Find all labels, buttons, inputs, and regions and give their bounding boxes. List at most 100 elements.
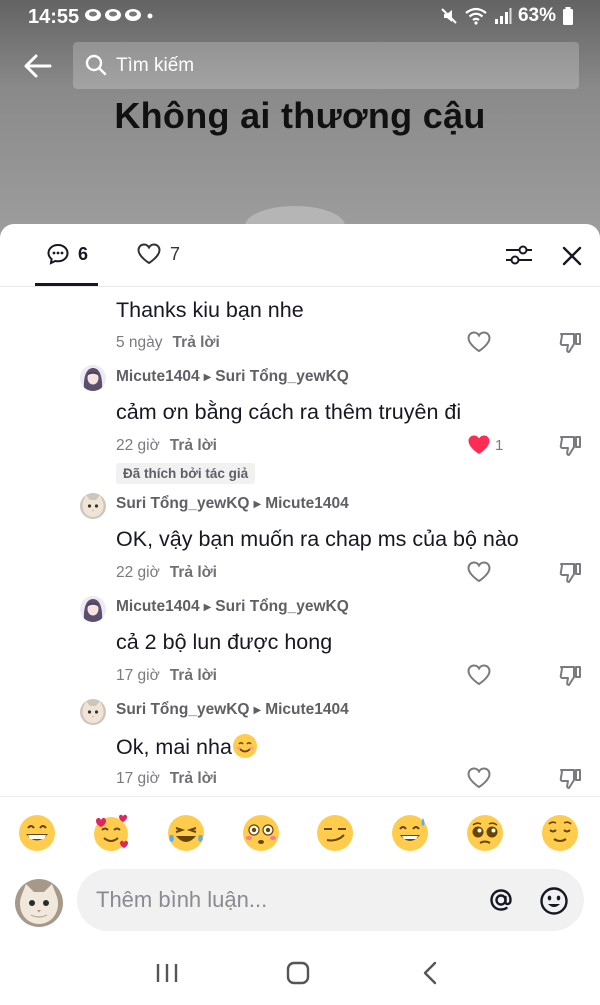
comment-header: Micute1404 ▶ Suri Tổng_yewKQ xyxy=(116,598,349,616)
cat-avatar-icon xyxy=(80,493,106,519)
thumbs-down-icon xyxy=(559,769,581,789)
comment-author[interactable]: Suri Tổng_yewKQ xyxy=(116,495,250,512)
wifi-icon xyxy=(465,7,487,25)
thumbs-down-icon xyxy=(559,563,581,583)
reply-button[interactable]: Trả lời xyxy=(170,667,217,684)
tab-likes[interactable]: 7 xyxy=(136,242,180,266)
reply-button[interactable]: Trả lời xyxy=(170,770,217,787)
recents-button[interactable] xyxy=(154,962,180,989)
quick-emoji-bar xyxy=(0,796,600,868)
battery-percent: 63% xyxy=(517,5,556,26)
comment-time: 22 giờ xyxy=(116,437,160,454)
like-button[interactable] xyxy=(466,663,492,687)
tab-comments[interactable]: 6 xyxy=(46,242,88,266)
reply-button[interactable]: Trả lời xyxy=(170,437,217,454)
reply-arrow-icon: ▶ xyxy=(253,705,262,716)
system-back-button[interactable] xyxy=(420,961,440,990)
comment-author[interactable]: Suri Tổng_yewKQ xyxy=(116,701,250,718)
reply-arrow-icon: ▶ xyxy=(203,602,212,613)
comment-time: 5 ngày xyxy=(116,334,163,351)
signal-icon xyxy=(494,8,512,24)
smiley-icon xyxy=(540,887,568,915)
flushed-emoji-icon[interactable] xyxy=(241,813,281,853)
comment-meta: 5 ngày Trả lời xyxy=(116,334,220,352)
heart-outline-icon xyxy=(467,767,491,789)
reply-to-author[interactable]: Suri Tổng_yewKQ xyxy=(215,598,349,615)
arrow-left-icon xyxy=(24,54,52,78)
heart-outline-icon xyxy=(467,561,491,583)
blush-emoji-icon xyxy=(232,734,257,758)
comment-text: Thanks kiu bạn nhe xyxy=(116,298,304,322)
comment-author[interactable]: Micute1404 xyxy=(116,598,200,615)
reply-button[interactable]: Trả lời xyxy=(170,564,217,581)
my-avatar xyxy=(15,879,63,927)
reply-button[interactable]: Trả lời xyxy=(173,334,220,351)
reply-to-author[interactable]: Micute1404 xyxy=(265,701,349,718)
system-nav-bar xyxy=(0,944,600,1005)
reply-to-author[interactable]: Suri Tổng_yewKQ xyxy=(215,368,349,385)
relieved-emoji-icon[interactable] xyxy=(540,813,580,853)
dislike-button[interactable] xyxy=(557,663,583,689)
anime-girl-avatar-icon xyxy=(80,596,106,622)
thumbs-down-icon xyxy=(559,333,581,353)
avatar[interactable] xyxy=(80,699,106,725)
like-button[interactable] xyxy=(466,330,492,354)
reply-arrow-icon: ▶ xyxy=(253,499,262,510)
like-button[interactable] xyxy=(466,560,492,584)
comment-text: Ok, mai nha xyxy=(116,735,232,759)
liked-by-author-badge: Đã thích bởi tác giả xyxy=(116,463,256,484)
comment-header: Micute1404 ▶ Suri Tổng_yewKQ xyxy=(116,368,349,386)
comments-panel: 6 7 Thanks kiu bạn nhe 5 ngày Trả lời Mi… xyxy=(0,224,600,1005)
dislike-button[interactable] xyxy=(557,766,583,792)
comment-text-row: Ok, mai nha xyxy=(116,733,258,760)
pleading-emoji-icon[interactable] xyxy=(465,813,505,853)
sweat-smile-emoji-icon[interactable] xyxy=(390,813,430,853)
like-button[interactable] xyxy=(466,433,492,457)
cat-avatar-icon xyxy=(80,699,106,725)
likes-count: 7 xyxy=(170,243,181,264)
comment-like-count: 1 xyxy=(495,437,504,454)
comment-meta: 22 giờ Trả lời xyxy=(116,564,217,582)
search-input[interactable]: Tìm kiếm xyxy=(73,42,579,89)
back-button[interactable] xyxy=(20,48,56,84)
top-bar: Tìm kiếm xyxy=(0,40,600,92)
smiling-face-with-hearts-icon[interactable] xyxy=(91,813,131,853)
at-sign-icon xyxy=(490,889,512,911)
comment-text: OK, vậy bạn muốn ra chap ms của bộ nào xyxy=(116,527,519,551)
comment-item: Suri Tổng_yewKQ ▶ Micute1404 Ok, mai nha 1… xyxy=(0,697,600,796)
notification-icons xyxy=(84,5,154,30)
reply-to-author[interactable]: Micute1404 xyxy=(265,495,349,512)
avatar[interactable] xyxy=(80,596,106,622)
home-icon xyxy=(286,961,310,985)
avatar[interactable] xyxy=(80,493,106,519)
heart-outline-icon xyxy=(467,331,491,353)
video-caption: Không ai thương cậu xyxy=(114,95,486,136)
comment-text: cả 2 bộ lun được hong xyxy=(116,630,333,654)
dislike-button[interactable] xyxy=(557,330,583,356)
reply-arrow-icon: ▶ xyxy=(203,372,212,383)
dislike-button[interactable] xyxy=(557,433,583,459)
comments-count: 6 xyxy=(78,243,89,264)
grin-emoji-icon[interactable] xyxy=(17,813,57,853)
status-bar: 14:55 63% xyxy=(0,0,600,34)
thumbs-down-icon xyxy=(559,436,581,456)
cat-avatar-icon xyxy=(15,879,63,927)
like-button[interactable] xyxy=(466,766,492,790)
comment-author[interactable]: Micute1404 xyxy=(116,368,200,385)
battery-icon xyxy=(563,7,573,25)
smirk-emoji-icon[interactable] xyxy=(315,813,355,853)
active-tab-indicator xyxy=(35,283,98,286)
tears-of-joy-emoji-icon[interactable] xyxy=(166,813,206,853)
home-button[interactable] xyxy=(286,961,310,990)
filter-button[interactable] xyxy=(504,242,534,268)
dislike-button[interactable] xyxy=(557,560,583,586)
comment-input[interactable]: Thêm bình luận... xyxy=(77,869,584,931)
emoji-picker-button[interactable] xyxy=(539,886,569,916)
comment-meta: 22 giờ Trả lời xyxy=(116,437,217,455)
comment-text: cảm ơn bằng cách ra thêm truyên đi xyxy=(116,400,462,424)
close-button[interactable] xyxy=(559,243,585,269)
avatar[interactable] xyxy=(80,365,106,391)
mention-button[interactable] xyxy=(487,886,515,914)
search-placeholder: Tìm kiếm xyxy=(116,55,195,76)
comment-time: 17 giờ xyxy=(116,667,160,684)
